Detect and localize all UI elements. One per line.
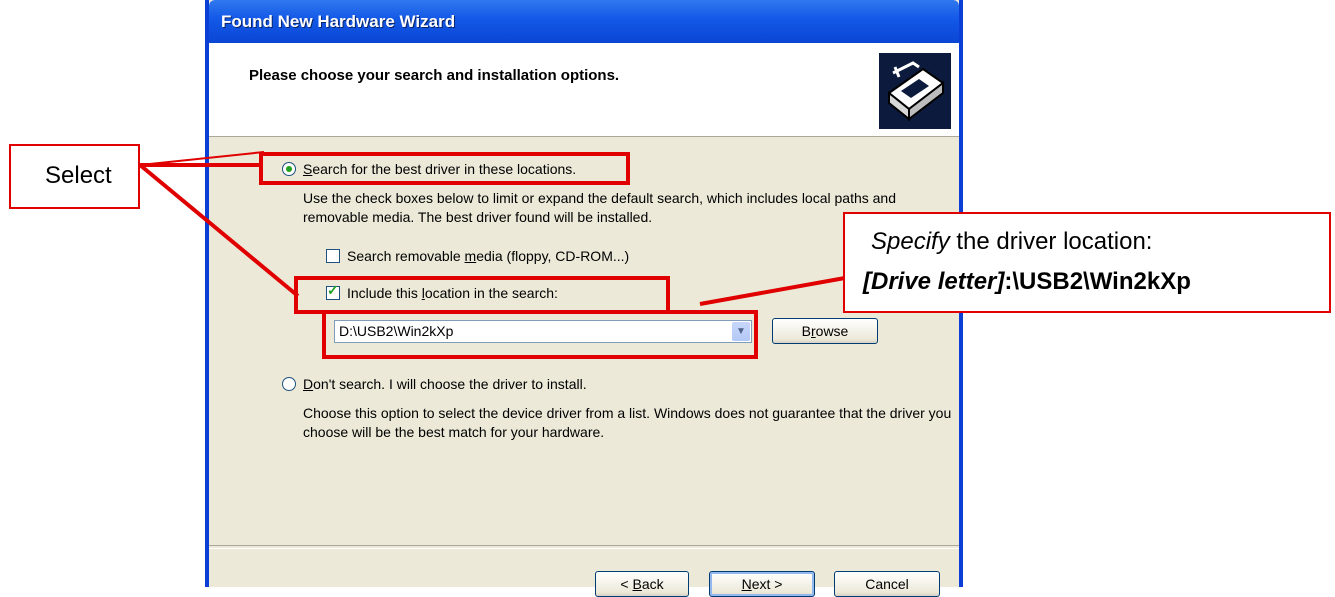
cancel-label: Cancel [865,576,909,592]
search-option-highlight [259,152,630,185]
back-accel: B [632,576,642,592]
wizard-content: Search for the best driver in these loca… [209,137,959,597]
select-callout-text: Select [45,162,112,189]
browse-post: owse [815,323,849,339]
dont-search-label[interactable]: Don't search. I will choose the driver t… [303,376,587,392]
removable-label-pre: Search removable [347,248,465,264]
back-button[interactable]: < Back [595,571,689,597]
dont-label-rest: on't search. I will choose the driver to… [313,376,587,392]
browse-button[interactable]: Browse [772,318,878,344]
dont-search-description: Choose this option to select the device … [303,405,952,440]
removable-label-post: edia (floppy, CD-ROM...) [476,248,630,264]
window-title: Found New Hardware Wizard [221,12,456,31]
cancel-button[interactable]: Cancel [834,571,940,597]
drive-letter: [Drive letter] [863,268,1005,295]
footer-divider [209,545,959,549]
browse-pre: B [801,323,811,339]
include-location-highlight [294,276,670,314]
header-heading: Please choose your search and installati… [249,67,620,84]
dont-search-radio[interactable] [282,377,296,391]
hardware-wizard-icon [879,53,951,129]
specify-callout: Specify the driver location: [Drive lett… [843,212,1331,313]
select-callout: Select [9,144,140,209]
location-combobox-highlight [322,310,758,359]
specify-line: Specify the driver location: [871,228,1152,256]
next-post: ext > [751,576,783,592]
specify-rest: the driver location: [949,228,1153,255]
removable-accel: m [464,248,477,264]
removable-media-checkbox[interactable] [326,249,340,263]
back-pre: < [620,576,633,592]
drive-path: :\USB2\Win2kXp [1004,268,1191,295]
drive-path-line: [Drive letter]:\USB2\Win2kXp [863,268,1191,296]
back-post: ack [641,576,664,592]
next-button[interactable]: Next > [709,571,815,597]
specify-italic: Specify [871,228,950,255]
wizard-header: Please choose your search and installati… [209,43,959,137]
title-bar[interactable]: Found New Hardware Wizard [209,0,959,43]
next-accel: N [741,576,752,592]
dont-accel: D [303,376,314,392]
removable-media-label[interactable]: Search removable media (floppy, CD-ROM..… [347,248,629,264]
